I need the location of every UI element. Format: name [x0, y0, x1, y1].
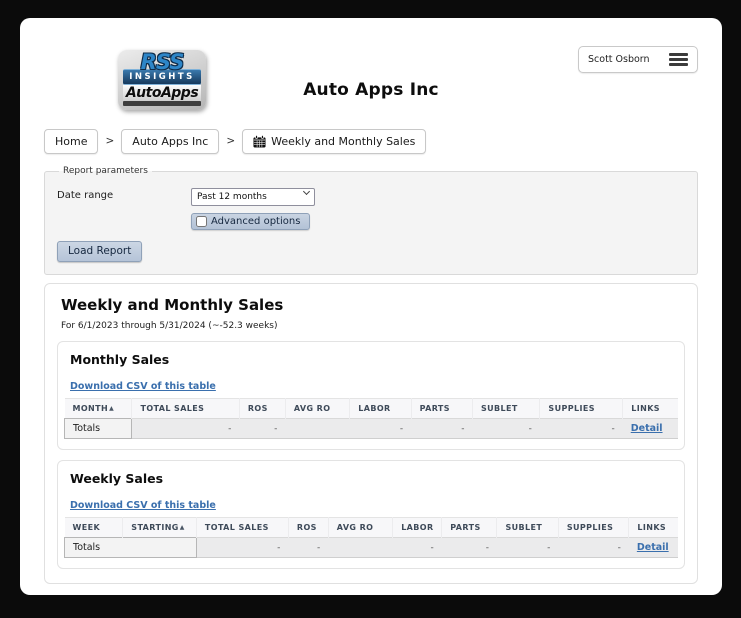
advanced-options-checkbox[interactable] [196, 216, 207, 227]
load-report-button[interactable]: Load Report [57, 241, 143, 262]
report-title: Weekly and Monthly Sales [61, 296, 284, 314]
breadcrumb-separator: > [105, 135, 115, 147]
totals-row: Totals - - - - - - Detail [63, 418, 678, 439]
breadcrumb: Home > Auto Apps Inc > Weekly and Monthl… [44, 128, 698, 154]
column-header-links[interactable]: LINKS [628, 517, 678, 538]
totals-value-cell: - [611, 423, 615, 434]
totals-value-cell: - [274, 423, 278, 434]
column-header-ros[interactable]: ROS [238, 398, 286, 419]
column-header-sublet[interactable]: SUBLET [496, 517, 559, 538]
date-range-label: Date range [57, 189, 114, 201]
totals-value-cell: - [547, 542, 551, 553]
totals-value-cell: - [317, 542, 321, 553]
totals-value-cell: - [228, 423, 232, 434]
advanced-options-label: Advanced options [211, 216, 301, 227]
logo-rss-text: RSS [140, 50, 185, 74]
hamburger-menu-icon[interactable] [669, 53, 688, 66]
breadcrumb-label: Auto Apps Inc [132, 134, 209, 148]
column-header-parts[interactable]: PARTS [410, 398, 473, 419]
totals-value-cell: - [528, 423, 532, 434]
column-header-supplies[interactable]: SUPPLIES [557, 517, 629, 538]
weekly-sales-title: Weekly Sales [70, 471, 164, 486]
breadcrumb-label: Weekly and Monthly Sales [271, 134, 416, 148]
user-menu[interactable]: Scott Osborn [578, 46, 698, 73]
detail-link[interactable]: Detail [637, 542, 669, 553]
column-header-parts[interactable]: PARTS [441, 517, 497, 538]
table-header-row: MONTH▲ TOTAL SALES ROS AVG RO LABOR PARTS SUBL… [64, 398, 678, 419]
column-header-starting[interactable]: STARTING▲ [122, 517, 197, 538]
monthly-sales-section: Monthly Sales Download CSV of this table… [57, 341, 685, 450]
links-cell: Detail [629, 538, 678, 558]
download-csv-link[interactable]: Download CSV of this table [70, 500, 216, 511]
detail-link[interactable]: Detail [631, 423, 663, 434]
totals-value-cell: - [617, 542, 621, 553]
header: RSS INSIGHTS AutoApps Auto Apps Inc Scot… [44, 44, 698, 128]
column-header-avg-ro[interactable]: AVG RO [284, 398, 350, 419]
report-parameters-fieldset: Report parameters Date range Past 12 mon… [44, 166, 698, 275]
column-header-ros[interactable]: ROS [287, 517, 329, 538]
column-header-links[interactable]: LINKS [622, 398, 678, 419]
weekly-sales-section: Weekly Sales Download CSV of this table … [57, 460, 685, 569]
breadcrumb-separator: > [226, 135, 236, 147]
column-header-week[interactable]: WEEK [65, 518, 123, 538]
totals-value-cell [328, 538, 392, 558]
totals-value-cell: - [461, 423, 465, 434]
monthly-sales-title: Monthly Sales [70, 352, 170, 367]
date-range-select[interactable]: Past 12 months [191, 188, 315, 206]
logo-tagline-strip [123, 101, 201, 106]
column-header-labor[interactable]: LABOR [392, 517, 442, 538]
sort-ascending-icon: ▲ [109, 405, 115, 412]
totals-value-cell: - [430, 542, 434, 553]
report-container: Weekly and Monthly Sales For 6/1/2023 th… [44, 283, 698, 584]
page-background: RSS INSIGHTS AutoApps Auto Apps Inc Scot… [0, 0, 741, 618]
column-header-total-sales[interactable]: TOTAL SALES [131, 398, 240, 419]
totals-value-cell: - [399, 423, 404, 434]
weekly-sales-table: WEEK STARTING▲ TOTAL SALES ROS AVG RO LABOR PA… [64, 517, 678, 558]
sort-ascending-icon: ▲ [179, 524, 185, 531]
column-header-supplies[interactable]: SUPPLIES [539, 398, 623, 419]
column-header-total-sales[interactable]: TOTAL SALES [195, 517, 289, 538]
breadcrumb-item-auto-apps-inc[interactable]: Auto Apps Inc [121, 128, 220, 154]
column-header-month[interactable]: MONTH▲ [65, 399, 132, 419]
totals-value-cell: - [277, 542, 281, 553]
advanced-options-toggle[interactable]: Advanced options [191, 213, 311, 230]
totals-label-cell: Totals [63, 418, 133, 439]
links-cell: Detail [623, 419, 678, 439]
column-header-sublet[interactable]: SUBLET [471, 398, 540, 419]
calendar-icon [253, 134, 266, 148]
user-name: Scott Osborn [588, 54, 650, 65]
breadcrumb-label: Home [55, 134, 88, 148]
column-header-avg-ro[interactable]: AVG RO [327, 517, 393, 538]
download-csv-link[interactable]: Download CSV of this table [70, 381, 216, 392]
rss-insights-autoapps-logo: RSS INSIGHTS AutoApps [118, 50, 206, 110]
app-card: RSS INSIGHTS AutoApps Auto Apps Inc Scot… [20, 18, 722, 595]
totals-value-cell: - [485, 542, 489, 553]
report-parameters-legend: Report parameters [63, 166, 148, 176]
breadcrumb-item-weekly-and-monthly-sales[interactable]: Weekly and Monthly Sales [242, 128, 427, 154]
column-header-labor[interactable]: LABOR [349, 398, 412, 419]
table-header-row: WEEK STARTING▲ TOTAL SALES ROS AVG RO LABOR PA… [64, 517, 678, 538]
report-date-range-subtitle: For 6/1/2023 through 5/31/2024 (~-52.3 w… [61, 321, 278, 331]
breadcrumb-item-home[interactable]: Home [44, 128, 99, 154]
totals-label-cell: Totals [64, 537, 197, 558]
totals-row: Totals - - - - - - Detail [64, 537, 678, 558]
monthly-sales-table: MONTH▲ TOTAL SALES ROS AVG RO LABOR PARTS SUBL… [63, 398, 678, 439]
totals-value-cell [285, 419, 349, 439]
